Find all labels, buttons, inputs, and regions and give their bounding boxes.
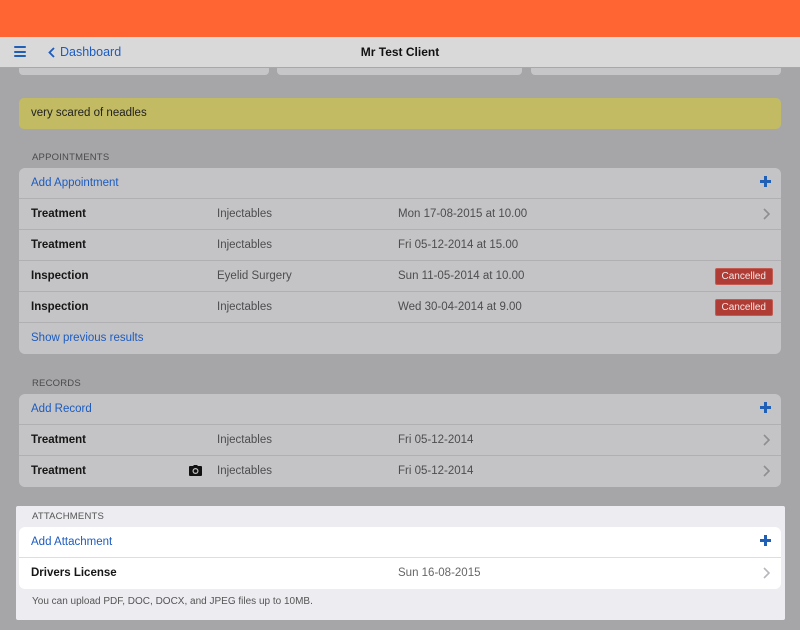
add-attachment-link[interactable]: Add Attachment	[31, 536, 112, 548]
show-previous-link[interactable]: Show previous results	[31, 332, 144, 344]
appointment-date: Fri 05-12-2014 at 15.00	[398, 239, 519, 251]
record-type: Treatment	[31, 434, 86, 446]
appointment-category: Injectables	[217, 208, 272, 220]
records-card: Add Record Treatment Injectables Fri 05-…	[19, 394, 781, 487]
attachment-name: Drivers License	[31, 567, 117, 579]
summary-card-3	[531, 68, 781, 75]
show-previous-row[interactable]: Show previous results	[19, 323, 781, 354]
record-date: Fri 05-12-2014	[398, 434, 474, 446]
app-top-bar	[0, 0, 800, 37]
chevron-right-icon	[763, 208, 770, 220]
record-type: Treatment	[31, 465, 86, 477]
plus-icon[interactable]	[760, 402, 771, 413]
client-note: very scared of neadles	[19, 98, 781, 129]
record-row[interactable]: Treatment Injectables Fri 05-12-2014	[19, 456, 781, 487]
appointment-row[interactable]: Inspection Injectables Wed 30-04-2014 at…	[19, 292, 781, 323]
summary-card-2	[277, 68, 522, 75]
appointment-type: Treatment	[31, 208, 86, 220]
appointment-row[interactable]: Inspection Eyelid Surgery Sun 11-05-2014…	[19, 261, 781, 292]
navigation-bar: Dashboard Mr Test Client	[0, 37, 800, 68]
appointments-section-label: APPOINTMENTS	[32, 152, 110, 163]
add-record-link[interactable]: Add Record	[31, 403, 92, 415]
plus-icon[interactable]	[760, 535, 771, 546]
appointment-row[interactable]: Treatment Injectables Mon 17-08-2015 at …	[19, 199, 781, 230]
add-appointment-row[interactable]: Add Appointment	[19, 168, 781, 199]
appointment-row[interactable]: Treatment Injectables Fri 05-12-2014 at …	[19, 230, 781, 261]
upload-hint: You can upload PDF, DOC, DOCX, and JPEG …	[32, 596, 313, 607]
appointment-category: Injectables	[217, 239, 272, 251]
add-attachment-row[interactable]: Add Attachment	[19, 527, 781, 558]
page-title: Mr Test Client	[360, 45, 440, 59]
cancelled-badge: Cancelled	[714, 299, 773, 316]
add-appointment-link[interactable]: Add Appointment	[31, 177, 119, 189]
chevron-right-icon	[763, 434, 770, 446]
attachment-row[interactable]: Drivers License Sun 16-08-2015	[19, 558, 781, 589]
record-category: Injectables	[217, 465, 272, 477]
summary-card-1	[19, 68, 269, 75]
appointment-type: Treatment	[31, 239, 86, 251]
records-section-label: RECORDS	[32, 378, 81, 389]
attachments-section: ATTACHMENTS Add Attachment Drivers Licen…	[16, 506, 785, 620]
appointment-date: Sun 11-05-2014 at 10.00	[398, 270, 525, 282]
cancelled-badge: Cancelled	[714, 268, 773, 285]
record-category: Injectables	[217, 434, 272, 446]
appointment-date: Mon 17-08-2015 at 10.00	[398, 208, 528, 220]
attachments-card: Add Attachment Drivers License Sun 16-08…	[19, 527, 781, 589]
record-row[interactable]: Treatment Injectables Fri 05-12-2014	[19, 425, 781, 456]
camera-icon	[189, 465, 202, 476]
plus-icon[interactable]	[760, 176, 771, 187]
appointment-type: Inspection	[31, 270, 89, 282]
attachment-date: Sun 16-08-2015	[398, 567, 481, 579]
add-record-row[interactable]: Add Record	[19, 394, 781, 425]
record-date: Fri 05-12-2014	[398, 465, 474, 477]
chevron-right-icon	[763, 567, 770, 579]
chevron-right-icon	[763, 465, 770, 477]
appointment-category: Injectables	[217, 301, 272, 313]
attachments-section-label: ATTACHMENTS	[32, 511, 105, 522]
appointment-category: Eyelid Surgery	[217, 270, 292, 282]
appointments-card: Add Appointment Treatment Injectables Mo…	[19, 168, 781, 354]
appointment-type: Inspection	[31, 301, 89, 313]
appointment-date: Wed 30-04-2014 at 9.00	[398, 301, 522, 313]
